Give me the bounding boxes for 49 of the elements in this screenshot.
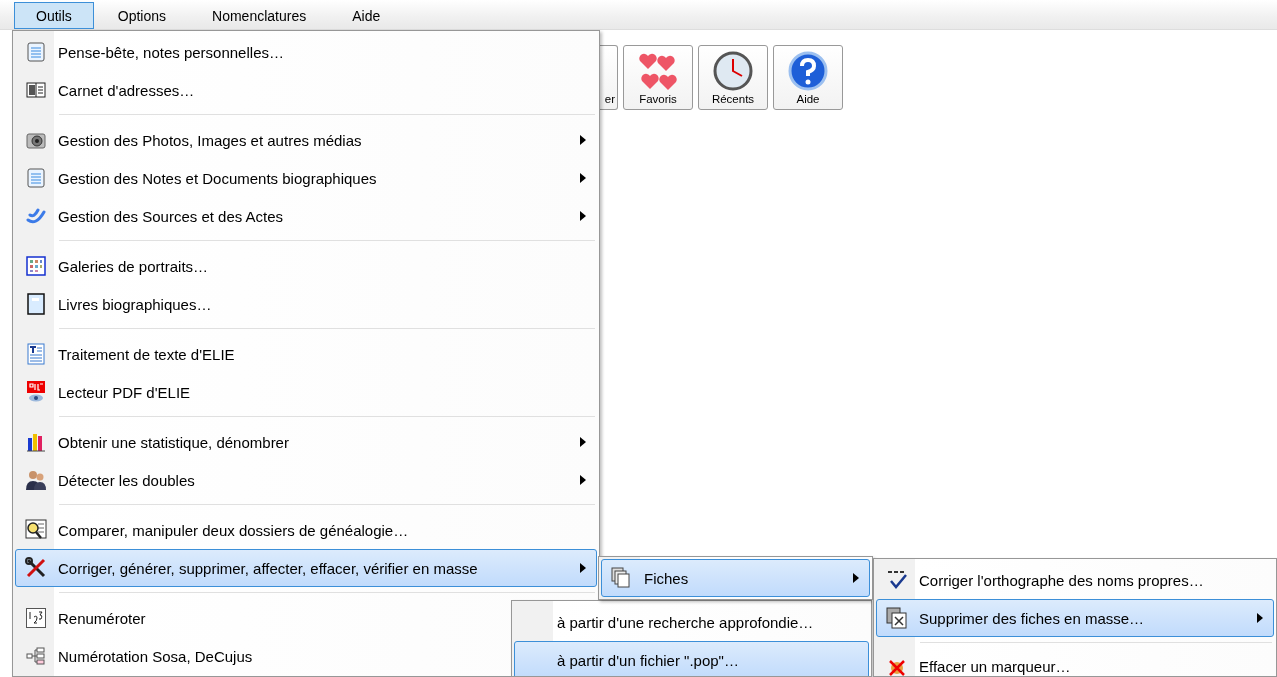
cards-icon bbox=[611, 567, 633, 589]
hearts-icon bbox=[638, 51, 678, 91]
bar-chart-icon bbox=[26, 432, 46, 452]
menu-item[interactable]: Galeries de portraits… bbox=[15, 247, 597, 285]
people-icon bbox=[25, 469, 47, 491]
help-icon bbox=[788, 51, 828, 91]
notepad-icon bbox=[27, 168, 45, 188]
menu-item[interactable]: à partir d'une recherche approfondie… bbox=[514, 603, 869, 641]
menu-item[interactable]: Corriger, générer, supprimer, affecter, effacer, vérifier en masse bbox=[15, 549, 597, 587]
address-book-icon bbox=[26, 81, 46, 99]
menu-item[interactable]: Livres biographiques… bbox=[15, 285, 597, 323]
menu-item[interactable]: Gestion des Notes et Documents biographiques bbox=[15, 159, 597, 197]
toolbar-button[interactable]: Aide bbox=[773, 45, 843, 110]
menu-item[interactable]: à partir d'un fichier ".pop"… bbox=[514, 641, 869, 676]
menu-item[interactable]: Comparer, manipuler deux dossiers de généalogie… bbox=[15, 511, 597, 549]
marker-delete-icon bbox=[887, 658, 907, 676]
tools-icon bbox=[25, 557, 47, 579]
menu-item[interactable]: Traitement de texte d'ELIE bbox=[15, 335, 597, 373]
menu-item[interactable]: Pense-bête, notes personnelles… bbox=[15, 33, 597, 71]
menu-tab[interactable]: Aide bbox=[330, 2, 403, 29]
menu-item[interactable]: Obtenir une statistique, dénombrer bbox=[15, 423, 597, 461]
toolbar-button[interactable]: Favoris bbox=[623, 45, 693, 110]
grid-icon bbox=[26, 256, 46, 276]
text-document-icon bbox=[27, 343, 45, 365]
menu-tab[interactable]: Nomenclatures bbox=[190, 2, 329, 29]
menu-item[interactable]: Corriger l'orthographe des noms propres… bbox=[876, 561, 1274, 599]
menu-item[interactable]: Gestion des Photos, Images et autres médias bbox=[15, 121, 597, 159]
menu-item[interactable]: Lecteur PDF d'ELIE bbox=[15, 373, 597, 411]
toolbar-button[interactable]: Récents bbox=[698, 45, 768, 110]
menu-item[interactable]: Gestion des Sources et des Actes bbox=[15, 197, 597, 235]
pdf-icon bbox=[27, 381, 45, 403]
notepad-icon bbox=[27, 42, 45, 62]
numbers-icon bbox=[26, 608, 46, 628]
clock-icon bbox=[713, 51, 753, 91]
delete-cards-icon bbox=[886, 607, 908, 629]
menu-item[interactable]: Carnet d'adresses… bbox=[15, 71, 597, 109]
menu-item[interactable]: Fiches bbox=[601, 559, 870, 597]
menu-item[interactable]: Effacer un marqueur… bbox=[876, 649, 1274, 676]
toolbar-button[interactable]: er bbox=[598, 45, 618, 110]
spell-check-icon bbox=[886, 570, 908, 590]
menu-item[interactable]: Supprimer des fiches en masse… bbox=[876, 599, 1274, 637]
magnifier-document-icon bbox=[25, 519, 47, 541]
waves-icon bbox=[26, 206, 46, 226]
menu-item[interactable]: Détecter les doubles bbox=[15, 461, 597, 499]
book-icon bbox=[27, 293, 45, 315]
tree-diagram-icon bbox=[26, 646, 46, 666]
camera-icon bbox=[26, 131, 46, 149]
menu-tab[interactable]: Outils bbox=[14, 2, 94, 29]
menu-tab[interactable]: Options bbox=[95, 2, 189, 29]
